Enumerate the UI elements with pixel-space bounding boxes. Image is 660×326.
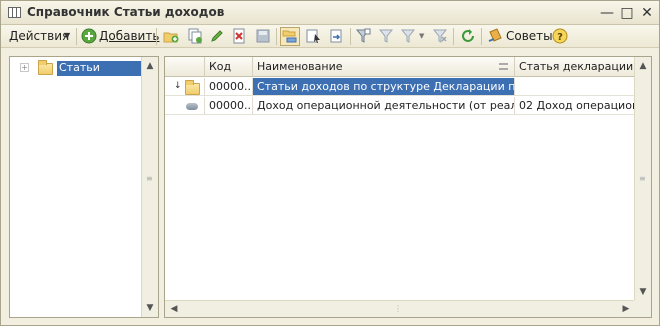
table-row-name[interactable]: Доход операционной деятельности (от реал… [253, 97, 515, 115]
move-to-folder-icon[interactable] [328, 28, 344, 44]
scrollbar-corner [634, 300, 651, 317]
scroll-left-icon[interactable]: ◀ [166, 301, 182, 317]
save-icon[interactable] [255, 28, 271, 44]
scroll-up-icon[interactable]: ▲ [142, 58, 158, 74]
folder-icon [185, 80, 200, 95]
table-row-name[interactable]: Статьи доходов по структуре Декларации п… [253, 78, 515, 96]
scroll-grip-icon[interactable]: ≡ [146, 174, 153, 183]
clear-filter-icon[interactable] [432, 28, 448, 44]
scroll-down-icon[interactable]: ▼ [635, 284, 651, 300]
table-row-declaration[interactable]: 02 Доход операционно [515, 97, 635, 115]
chevron-down-icon: ▼ [419, 32, 425, 40]
tips-book-icon [488, 28, 502, 42]
tips-button[interactable]: Советы [506, 29, 553, 43]
table-row-declaration[interactable] [515, 78, 635, 96]
table-icon [8, 7, 21, 18]
add-circle-icon [81, 28, 97, 44]
column-header-name-label: Наименование [257, 60, 343, 73]
toolbar: Действия ▼ Добавить ▼ Советы ? [1, 25, 659, 48]
table-row-code[interactable]: 00000... [205, 97, 253, 115]
minimize-button[interactable]: — [599, 5, 615, 21]
edit-pencil-icon[interactable] [209, 28, 225, 44]
folder-icon [38, 60, 53, 75]
groups-tree[interactable]: + Статьи доходов ▲ ≡ ▼ [9, 56, 159, 318]
column-header-name[interactable]: Наименование [253, 57, 515, 77]
chevron-down-icon: ▼ [64, 31, 71, 40]
table-row-code[interactable]: 00000... [205, 78, 253, 96]
tree-vertical-scrollbar[interactable]: ▲ ≡ ▼ [141, 57, 158, 317]
actions-menu[interactable]: Действия [9, 29, 69, 43]
toolbar-separator [453, 28, 454, 45]
down-arrow-icon: ↓ [174, 81, 182, 91]
filter-history-icon[interactable] [400, 28, 416, 44]
refresh-icon[interactable] [460, 28, 476, 44]
scroll-up-icon[interactable]: ▲ [635, 58, 651, 74]
expand-toggle-icon[interactable]: + [20, 63, 29, 72]
catalog-window: Справочник Статьи доходов — □ ✕ Действия… [0, 0, 660, 326]
toolbar-separator [350, 28, 351, 45]
help-icon[interactable]: ? [552, 28, 568, 44]
column-header-code[interactable]: Код [205, 57, 253, 77]
hierarchy-icon [282, 30, 297, 43]
filter-value-icon[interactable] [355, 28, 371, 44]
copy-icon[interactable] [187, 28, 203, 44]
tree-item-income-items[interactable]: + Статьи доходов [10, 59, 142, 88]
toolbar-separator [156, 28, 157, 45]
add-folder-icon[interactable] [163, 28, 179, 44]
toolbar-separator [76, 28, 77, 45]
title-bar[interactable]: Справочник Статьи доходов — □ ✕ [1, 1, 659, 25]
window-title: Справочник Статьи доходов [27, 5, 225, 19]
close-button[interactable]: ✕ [639, 5, 655, 21]
table-horizontal-scrollbar[interactable]: ◀ ⋮ ▶ [165, 300, 635, 317]
column-header-declaration[interactable]: Статья декларации по [515, 57, 635, 77]
table-vertical-scrollbar[interactable]: ▲ ≡ ▼ [634, 57, 651, 301]
tree-item-label: Статьи доходов [57, 61, 142, 88]
table-row-icon-cell[interactable] [165, 97, 205, 115]
table-row-icon-cell[interactable]: ↓ [165, 78, 205, 96]
add-button[interactable]: Добавить [99, 29, 159, 43]
delete-icon[interactable] [231, 28, 247, 44]
table-header-icon-column[interactable] [165, 57, 205, 77]
select-list-icon[interactable] [306, 28, 322, 44]
toolbar-separator [481, 28, 482, 45]
scroll-down-icon[interactable]: ▼ [142, 300, 158, 316]
svg-text:?: ? [557, 32, 563, 43]
scroll-grip-icon[interactable]: ≡ [639, 174, 646, 183]
scroll-grip-icon[interactable]: ⋮ [394, 304, 402, 313]
filter-icon[interactable] [378, 28, 394, 44]
toolbar-separator [276, 28, 277, 45]
maximize-button[interactable]: □ [619, 5, 635, 21]
sort-icon [499, 63, 508, 70]
scroll-right-icon[interactable]: ▶ [618, 301, 634, 317]
catalog-item-icon [186, 103, 198, 110]
items-table[interactable]: Код Наименование Статья декларации по ↓ … [164, 56, 652, 318]
